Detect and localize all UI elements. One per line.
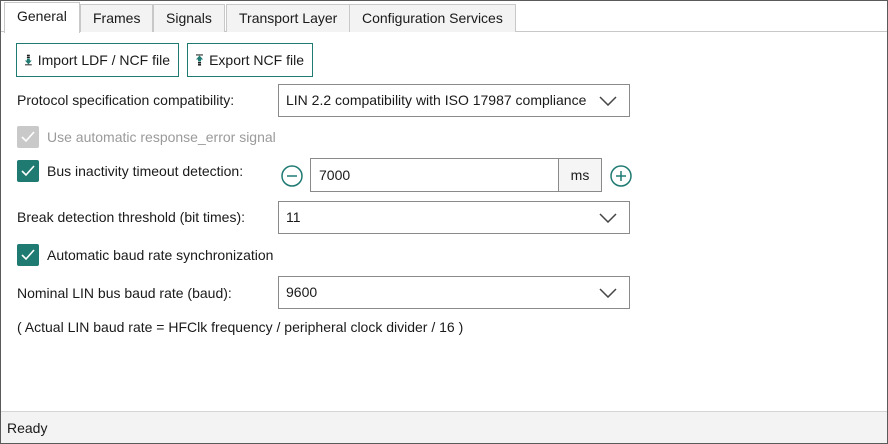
baud-rate-value: 9600 bbox=[286, 284, 318, 300]
window: General Frames Signals Transport Layer C… bbox=[0, 0, 888, 444]
status-bar: Ready bbox=[1, 411, 887, 443]
baud-rate-label: Nominal LIN bus baud rate (baud): bbox=[17, 285, 232, 301]
import-ldf-ncf-button[interactable]: Import LDF / NCF file bbox=[16, 43, 179, 77]
timeout-unit: ms bbox=[558, 158, 602, 192]
download-arrow-icon bbox=[25, 54, 32, 66]
general-tab-content: Import LDF / NCF file Export NCF file Pr… bbox=[2, 32, 886, 410]
checkmark-icon bbox=[21, 249, 35, 261]
increment-button[interactable] bbox=[610, 165, 632, 187]
import-button-label: Import LDF / NCF file bbox=[37, 52, 170, 68]
protocol-select-value: LIN 2.2 compatibility with ISO 17987 com… bbox=[286, 92, 587, 108]
status-text: Ready bbox=[7, 420, 48, 436]
tab-signals[interactable]: Signals bbox=[153, 4, 225, 32]
break-detection-value: 11 bbox=[286, 209, 301, 225]
break-detection-label: Break detection threshold (bit times): bbox=[17, 209, 245, 225]
tab-bar: General Frames Signals Transport Layer C… bbox=[1, 1, 887, 33]
baud-rate-note: ( Actual LIN baud rate = HFClk frequency… bbox=[17, 319, 464, 335]
protocol-select[interactable]: LIN 2.2 compatibility with ISO 17987 com… bbox=[278, 84, 630, 117]
decrement-button[interactable] bbox=[281, 165, 303, 187]
bus-inactivity-label: Bus inactivity timeout detection: bbox=[47, 163, 244, 179]
baud-rate-select[interactable]: 9600 bbox=[278, 276, 630, 309]
response-error-checkbox[interactable] bbox=[17, 126, 39, 148]
chevron-down-icon bbox=[599, 213, 617, 223]
timeout-input[interactable]: 7000 bbox=[310, 158, 559, 192]
auto-baud-checkbox[interactable] bbox=[17, 244, 39, 266]
tab-configuration-services[interactable]: Configuration Services bbox=[349, 4, 516, 32]
export-button-label: Export NCF file bbox=[209, 52, 304, 68]
upload-arrow-icon bbox=[196, 54, 204, 66]
auto-baud-label: Automatic baud rate synchronization bbox=[47, 247, 274, 263]
tab-frames[interactable]: Frames bbox=[80, 4, 154, 32]
response-error-label: Use automatic response_error signal bbox=[47, 129, 276, 145]
tab-general[interactable]: General bbox=[4, 2, 80, 33]
break-detection-select[interactable]: 11 bbox=[278, 201, 630, 234]
export-ncf-button[interactable]: Export NCF file bbox=[187, 43, 313, 77]
checkmark-icon bbox=[21, 165, 35, 177]
chevron-down-icon bbox=[599, 288, 617, 298]
tab-transport-layer[interactable]: Transport Layer bbox=[226, 4, 351, 32]
chevron-down-icon bbox=[599, 96, 617, 106]
bus-inactivity-checkbox[interactable] bbox=[17, 160, 39, 182]
protocol-label: Protocol specification compatibility: bbox=[17, 92, 235, 108]
checkmark-icon bbox=[21, 131, 35, 143]
